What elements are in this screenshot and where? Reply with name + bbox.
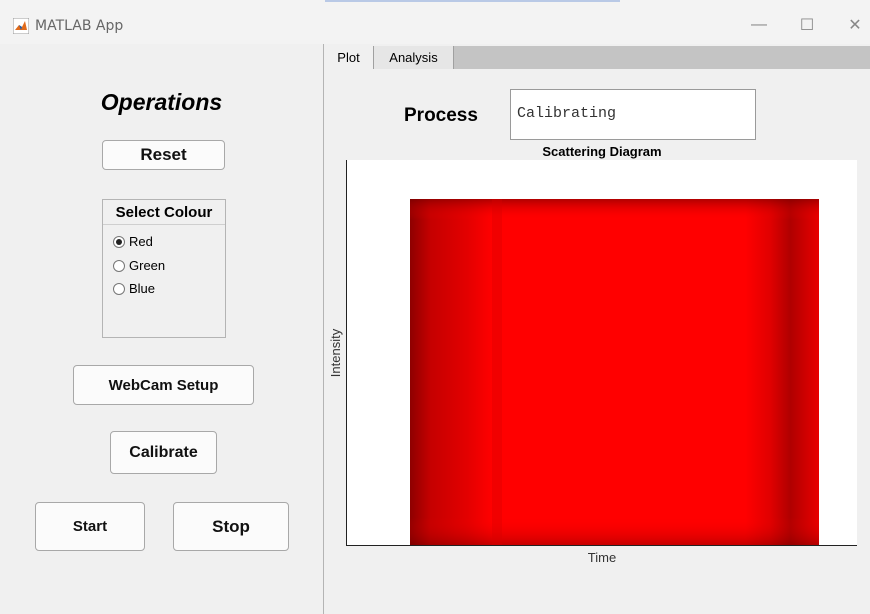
scattering-diagram-chart: Scattering Diagram Time Intensity xyxy=(328,144,857,565)
chart-title: Scattering Diagram xyxy=(542,144,661,159)
heatmap-shading xyxy=(410,199,819,545)
heatmap-streak xyxy=(492,199,502,545)
x-axis-label: Time xyxy=(588,550,616,565)
y-axis-label: Intensity xyxy=(328,328,343,377)
